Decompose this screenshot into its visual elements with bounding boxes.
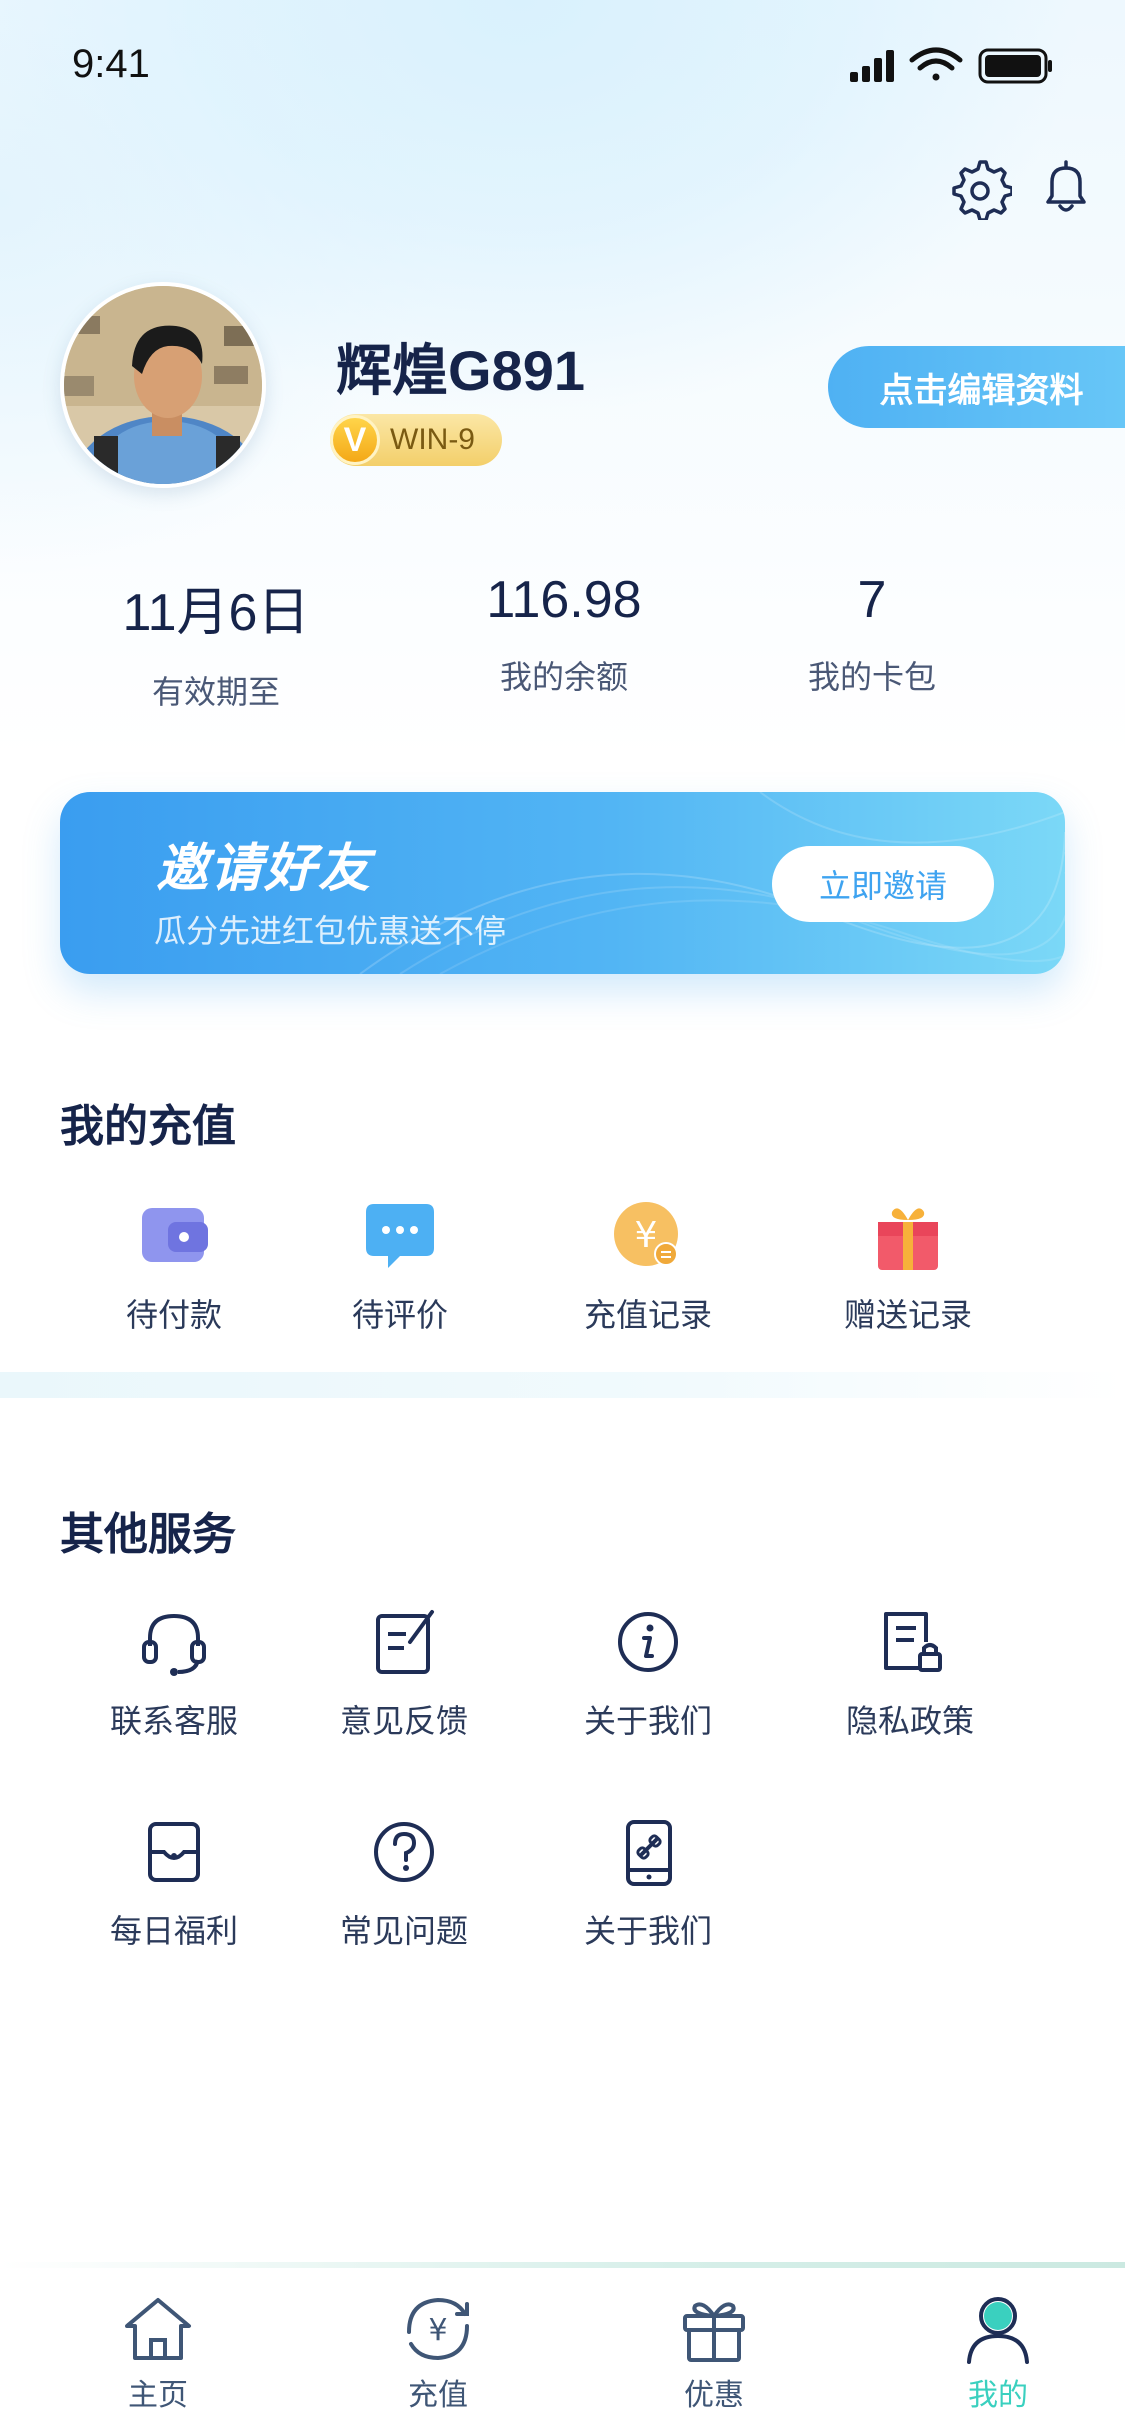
feedback-item[interactable]: 意见反馈: [304, 1602, 504, 1742]
gift-icon: [683, 2302, 745, 2362]
section-divider: [0, 1372, 1125, 1398]
stat-label: 有效期至: [151, 673, 280, 711]
battery-icon: [978, 48, 1052, 84]
tab-bar: 主页 ¥ 充值 优惠 我的: [0, 2262, 1125, 2436]
gear-icon[interactable]: [948, 156, 1012, 220]
stat-label: 我的卡包: [807, 658, 936, 696]
item-label: 意见反馈: [339, 1702, 468, 1740]
contact-service-item[interactable]: 联系客服: [74, 1602, 274, 1742]
pending-payment-item[interactable]: 待付款: [74, 1196, 274, 1336]
pending-review-item[interactable]: 待评价: [300, 1196, 500, 1336]
daily-benefit-item[interactable]: 每日福利: [74, 1812, 274, 1952]
recharge-section-title: 我的充值: [60, 1101, 236, 1152]
avatar-photo: [64, 286, 262, 484]
info-icon: [618, 1612, 678, 1672]
tab-recharge[interactable]: ¥ 充值: [338, 2268, 538, 2414]
about-us-item[interactable]: 关于我们: [548, 1602, 748, 1742]
faq-item[interactable]: 常见问题: [304, 1812, 504, 1952]
status-icons: [850, 47, 1052, 84]
item-label: 关于我们: [583, 1912, 712, 1950]
svg-text:¥: ¥: [428, 2313, 447, 2348]
yuan-coin-icon: ¥: [614, 1202, 678, 1266]
invite-subtitle: 瓜分先进红包优惠送不停: [154, 912, 507, 950]
tab-label: 主页: [128, 2378, 188, 2413]
vip-level: WIN-9: [390, 423, 475, 456]
question-icon: [374, 1822, 434, 1882]
stat-expiry[interactable]: 11月6日 有效期至: [66, 570, 366, 713]
item-label: 充值记录: [583, 1296, 712, 1334]
phone-link-icon: [626, 1820, 672, 1886]
tab-label: 优惠: [684, 2378, 744, 2413]
item-label: 赠送记录: [843, 1296, 972, 1334]
wallet-card-icon: [148, 1822, 200, 1882]
edit-profile-button[interactable]: 点击编辑资料: [828, 346, 1125, 428]
item-label: 关于我们: [583, 1702, 712, 1740]
item-label: 常见问题: [339, 1912, 468, 1950]
wallet-icon: [142, 1208, 208, 1262]
tab-offers[interactable]: 优惠: [614, 2268, 814, 2414]
user-icon: [967, 2297, 1029, 2364]
document-lock-icon: [884, 1612, 942, 1672]
home-icon: [125, 2298, 191, 2360]
stat-card-wallet[interactable]: 7 我的卡包: [722, 570, 1022, 698]
stat-value: 116.98: [486, 571, 642, 629]
tab-mine[interactable]: 我的: [898, 2268, 1098, 2414]
item-label: 待评价: [351, 1296, 448, 1334]
item-label: 隐私政策: [845, 1702, 974, 1740]
privacy-policy-item[interactable]: 隐私政策: [810, 1602, 1010, 1742]
avatar[interactable]: [60, 282, 266, 488]
wifi-icon: [909, 47, 963, 81]
tab-label: 我的: [968, 2378, 1028, 2413]
edit-note-icon: [376, 1610, 434, 1674]
item-label: 待付款: [125, 1296, 222, 1334]
headset-icon: [142, 1613, 206, 1676]
bell-icon[interactable]: [1034, 156, 1098, 220]
vip-badge: V WIN-9: [330, 414, 502, 466]
stat-label: 我的余额: [499, 658, 628, 696]
about-us-item-2[interactable]: 关于我们: [548, 1812, 748, 1952]
gift-record-item[interactable]: 赠送记录: [808, 1196, 1008, 1336]
stat-value: 7: [857, 571, 887, 629]
services-section-title: 其他服务: [60, 1509, 236, 1560]
vip-icon: V: [330, 415, 380, 465]
svg-text:¥: ¥: [635, 1215, 658, 1256]
chat-bubble-icon: [366, 1204, 434, 1268]
stat-balance[interactable]: 116.98 我的余额: [414, 570, 714, 698]
tab-label: 充值: [408, 2378, 468, 2413]
invite-now-button[interactable]: 立即邀请: [772, 846, 994, 922]
item-label: 联系客服: [109, 1702, 238, 1740]
gift-box-icon: [878, 1208, 938, 1270]
recharge-record-item[interactable]: ¥ 充值记录: [548, 1196, 748, 1336]
stat-value: 11月6日: [122, 584, 310, 642]
status-time: 9:41: [72, 42, 150, 86]
yuan-refresh-icon: ¥: [407, 2297, 469, 2361]
item-label: 每日福利: [109, 1912, 238, 1950]
invite-banner[interactable]: 邀请好友 瓜分先进红包优惠送不停 立即邀请: [60, 792, 1065, 974]
invite-title: 邀请好友: [156, 839, 373, 899]
signal-icon: [850, 50, 894, 82]
username: 辉煌G891: [336, 339, 585, 402]
tab-home[interactable]: 主页: [58, 2268, 258, 2414]
